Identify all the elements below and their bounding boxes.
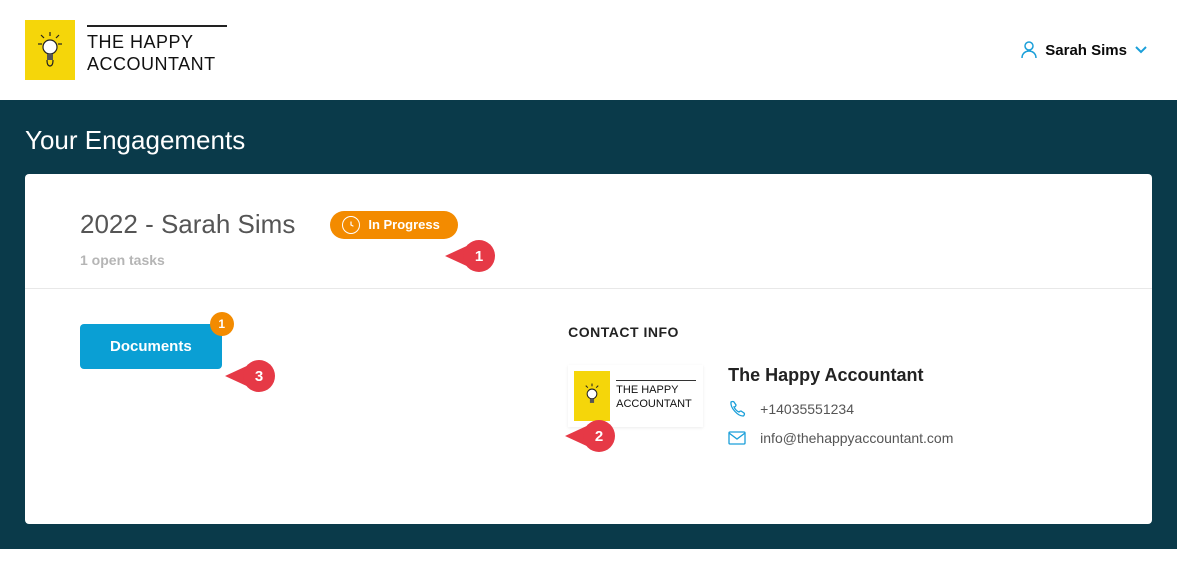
engagement-body: Documents 1 CONTACT INFO	[25, 289, 1152, 488]
contact-phone-row: +14035551234	[728, 400, 1097, 418]
open-tasks-count: 1 open tasks	[80, 252, 1097, 268]
contact-phone: +14035551234	[760, 401, 854, 417]
contact-name: The Happy Accountant	[728, 365, 1097, 386]
engagement-header: 2022 - Sarah Sims In Progress 1 open tas…	[25, 174, 1152, 289]
person-icon	[1021, 41, 1037, 59]
annotation-number: 3	[243, 360, 275, 392]
bulb-icon	[583, 383, 601, 409]
annotation-number: 2	[583, 420, 615, 452]
brand-name-line1: THE HAPPY	[87, 31, 227, 54]
documents-button[interactable]: Documents 1	[80, 324, 222, 369]
user-name: Sarah Sims	[1045, 42, 1127, 59]
contact-heading: CONTACT INFO	[568, 324, 1097, 340]
contact-details: The Happy Accountant +14035551234	[728, 365, 1097, 458]
annotation-callout-3: 3	[225, 360, 275, 392]
bulb-icon	[37, 32, 63, 68]
annotation-callout-1: 1	[445, 240, 495, 272]
chevron-down-icon	[1135, 46, 1147, 54]
documents-section: Documents 1	[80, 324, 568, 458]
engagement-title: 2022 - Sarah Sims	[80, 209, 295, 240]
brand-logo: THE HAPPY ACCOUNTANT	[25, 20, 227, 80]
status-label: In Progress	[368, 217, 440, 232]
clock-icon	[342, 216, 360, 234]
contact-email-row: info@thehappyaccountant.com	[728, 430, 1097, 446]
contact-logo-line2: ACCOUNTANT	[616, 398, 696, 412]
brand-logo-text: THE HAPPY ACCOUNTANT	[87, 25, 227, 76]
brand-divider	[87, 25, 227, 27]
documents-count-badge: 1	[210, 312, 234, 336]
engagement-card: 2022 - Sarah Sims In Progress 1 open tas…	[25, 174, 1152, 524]
brand-name-line2: ACCOUNTANT	[87, 53, 227, 76]
main-content: Your Engagements 2022 - Sarah Sims In Pr…	[0, 100, 1177, 549]
contact-logo-line1: THE HAPPY	[616, 384, 696, 398]
user-menu[interactable]: Sarah Sims	[1021, 41, 1147, 59]
contact-section: CONTACT INFO	[568, 324, 1097, 458]
brand-logo-mark	[25, 20, 75, 80]
page-title: Your Engagements	[25, 125, 1152, 156]
contact-logo: THE HAPPY ACCOUNTANT	[568, 365, 703, 427]
contact-email: info@thehappyaccountant.com	[760, 430, 953, 446]
documents-button-label: Documents	[110, 338, 192, 355]
status-badge: In Progress	[330, 211, 458, 239]
annotation-callout-2: 2	[565, 420, 615, 452]
email-icon	[728, 431, 746, 445]
annotation-number: 1	[463, 240, 495, 272]
phone-icon	[728, 400, 746, 418]
app-header: THE HAPPY ACCOUNTANT Sarah Sims	[0, 0, 1177, 100]
